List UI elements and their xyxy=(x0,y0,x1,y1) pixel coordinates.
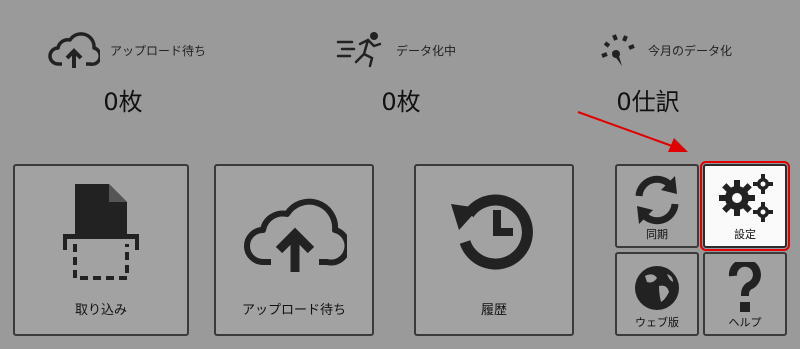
sync-button[interactable]: 同期 xyxy=(615,164,699,248)
tile-label: 履歴 xyxy=(480,303,507,318)
stat-monthly: 今月のデータ化 0仕訳 xyxy=(598,28,800,117)
history-button[interactable]: 履歴 xyxy=(414,164,574,336)
stat-processing: データ化中 0枚 xyxy=(336,28,576,117)
help-button[interactable]: ヘルプ xyxy=(703,252,787,336)
web-version-button[interactable]: ウェブ版 xyxy=(615,252,699,336)
gears-icon xyxy=(719,174,773,222)
running-person-icon xyxy=(336,32,382,68)
tile-label: アップロード待ち xyxy=(241,303,346,318)
tile-label: 設定 xyxy=(734,228,756,241)
speedometer-icon xyxy=(601,34,635,66)
tile-label: ヘルプ xyxy=(728,316,762,329)
sync-icon xyxy=(635,175,679,225)
tile-label: 取り込み xyxy=(74,303,127,318)
stat-value: 0枚 xyxy=(103,88,143,116)
stat-label: アップロード待ち xyxy=(110,43,207,58)
stat-label: 今月のデータ化 xyxy=(648,43,733,58)
tile-label: 同期 xyxy=(646,228,668,241)
tile-label: ウェブ版 xyxy=(635,316,679,329)
settings-button[interactable]: 設定 xyxy=(700,161,790,251)
stat-value: 0枚 xyxy=(381,88,421,116)
cloud-upload-icon xyxy=(48,32,100,68)
stat-value: 0仕訳 xyxy=(616,88,680,116)
question-icon xyxy=(728,262,761,312)
globe-icon xyxy=(635,266,679,310)
upload-pending-button[interactable]: アップロード待ち xyxy=(214,164,374,336)
cloud-upload-icon xyxy=(244,198,347,272)
history-icon xyxy=(451,194,533,270)
stat-label: データ化中 xyxy=(396,43,457,58)
capture-button[interactable]: 取り込み xyxy=(13,164,189,336)
stat-upload-pending: アップロード待ち 0枚 xyxy=(48,28,288,117)
scan-document-icon xyxy=(63,184,139,280)
